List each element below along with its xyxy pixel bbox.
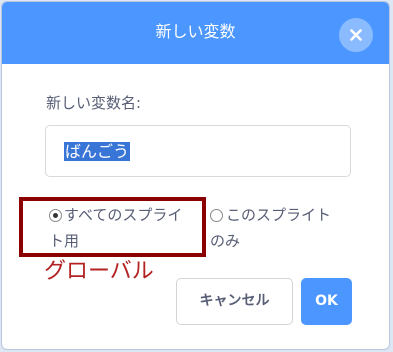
close-icon [350,29,362,41]
radio-this-sprite[interactable] [210,209,223,222]
variable-name-label: 新しい変数名: [46,94,142,112]
option-this-sprite-label-wrap[interactable]: のみ [210,230,240,253]
option-this-sprite-text-1: このスプライト [226,206,332,224]
option-this-sprite-text-2: のみ [210,232,241,250]
annotation-highlight-box [19,197,206,257]
close-button[interactable] [339,18,373,52]
new-variable-dialog: 新しい変数 新しい変数名: ばんごう すべてのスプライ ト用 このスプライト の… [1,1,390,350]
variable-name-input[interactable]: ばんごう [45,125,351,177]
option-this-sprite-label[interactable]: このスプライト [226,204,331,227]
cancel-button[interactable]: キャンセル [176,278,293,325]
annotation-label: グローバル [44,259,154,284]
dialog-title: 新しい変数 [155,22,236,41]
variable-name-value: ばんごう [64,142,131,161]
ok-button[interactable]: OK [301,278,352,325]
dialog-header: 新しい変数 [2,2,389,64]
